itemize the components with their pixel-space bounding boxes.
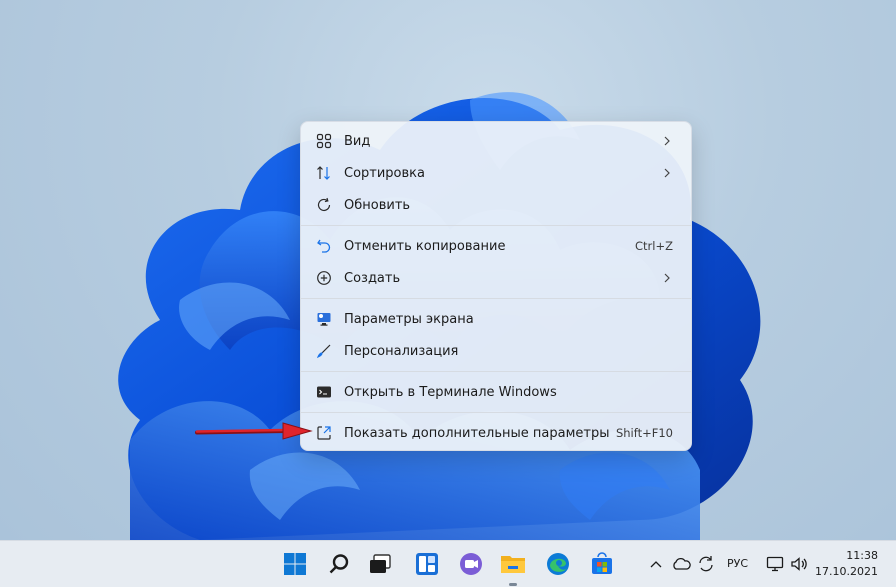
undo-icon bbox=[315, 237, 333, 255]
language-indicator[interactable]: РУС bbox=[727, 557, 748, 570]
active-app-indicator bbox=[509, 583, 517, 586]
brush-icon bbox=[315, 342, 333, 360]
sort-icon bbox=[315, 164, 333, 182]
sync-icon[interactable] bbox=[695, 551, 717, 577]
clock-time: 11:38 bbox=[846, 549, 878, 562]
chevron-up-icon[interactable] bbox=[648, 551, 664, 577]
menu-item-sort[interactable]: Сортировка bbox=[305, 158, 687, 188]
menu-item-label: Персонализация bbox=[344, 343, 459, 359]
menu-item-label: Сортировка bbox=[344, 165, 425, 181]
taskbar: РУС 11:38 17.10.2021 bbox=[0, 540, 896, 587]
menu-item-refresh[interactable]: Обновить bbox=[305, 190, 687, 220]
menu-item-show-more-options[interactable]: Показать дополнительные параметры Shift+… bbox=[305, 418, 687, 448]
refresh-icon bbox=[315, 196, 333, 214]
widgets-icon[interactable] bbox=[414, 551, 440, 577]
menu-separator bbox=[301, 412, 691, 413]
menu-separator bbox=[301, 298, 691, 299]
menu-item-create[interactable]: Создать bbox=[305, 263, 687, 293]
chevron-right-icon bbox=[663, 167, 673, 179]
menu-separator bbox=[301, 225, 691, 226]
menu-item-personalize[interactable]: Персонализация bbox=[305, 336, 687, 366]
menu-item-display-settings[interactable]: Параметры экрана bbox=[305, 304, 687, 334]
menu-item-label: Вид bbox=[344, 133, 371, 149]
windows-start-icon[interactable] bbox=[282, 551, 308, 577]
search-icon[interactable] bbox=[326, 551, 352, 577]
menu-item-label: Обновить bbox=[344, 197, 411, 213]
menu-item-open-terminal[interactable]: Открыть в Терминале Windows bbox=[305, 377, 687, 407]
chevron-right-icon bbox=[663, 135, 673, 147]
system-clock[interactable]: 11:38 17.10.2021 bbox=[815, 548, 878, 580]
menu-item-view[interactable]: Вид bbox=[305, 126, 687, 156]
shortcut-label: Shift+F10 bbox=[615, 426, 673, 440]
menu-item-label: Отменить копирование bbox=[344, 238, 506, 254]
menu-separator bbox=[301, 371, 691, 372]
volume-icon[interactable] bbox=[789, 551, 809, 577]
menu-item-label: Создать bbox=[344, 270, 401, 286]
teams-chat-icon[interactable] bbox=[458, 551, 484, 577]
network-icon[interactable] bbox=[765, 551, 785, 577]
desktop-context-menu: Вид Сортировка Обновить Отменить копиров… bbox=[300, 121, 692, 451]
shortcut-label: Ctrl+Z bbox=[635, 239, 673, 253]
annotation-arrow bbox=[195, 422, 313, 440]
onedrive-cloud-icon[interactable] bbox=[670, 551, 692, 577]
display-settings-icon bbox=[315, 310, 333, 328]
task-view-icon[interactable] bbox=[367, 551, 393, 577]
menu-item-label: Показать дополнительные параметры bbox=[344, 425, 610, 441]
grid-icon bbox=[315, 132, 333, 150]
chevron-right-icon bbox=[663, 272, 673, 284]
file-explorer-icon[interactable] bbox=[500, 551, 526, 577]
clock-date: 17.10.2021 bbox=[815, 565, 878, 578]
terminal-icon bbox=[315, 383, 333, 401]
menu-item-label: Параметры экрана bbox=[344, 311, 474, 327]
edge-browser-icon[interactable] bbox=[545, 551, 571, 577]
menu-item-label: Открыть в Терминале Windows bbox=[344, 384, 557, 400]
store-icon[interactable] bbox=[589, 551, 615, 577]
new-plus-icon bbox=[315, 269, 333, 287]
open-external-icon bbox=[315, 424, 333, 442]
menu-item-undo-copy[interactable]: Отменить копирование Ctrl+Z bbox=[305, 231, 687, 261]
